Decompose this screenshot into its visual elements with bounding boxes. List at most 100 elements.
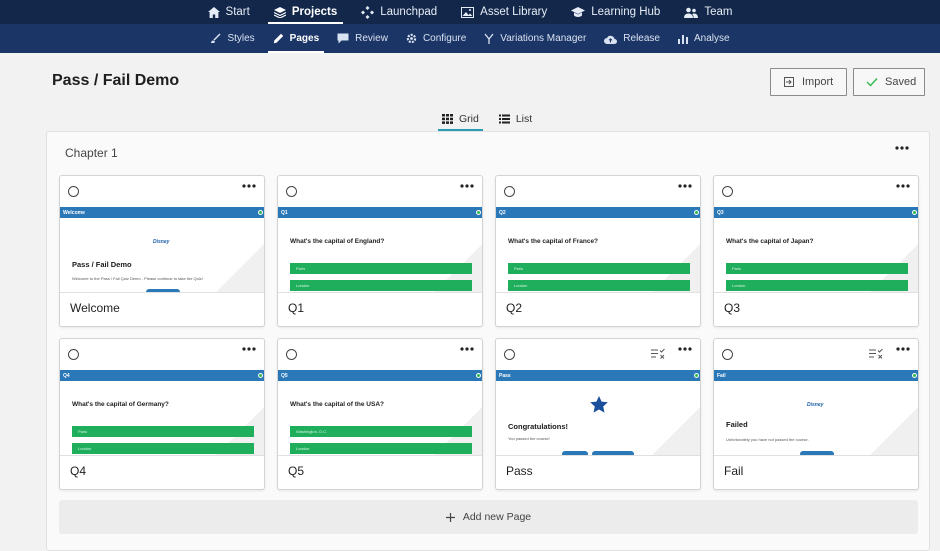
topnav-item-start[interactable]: Start <box>196 0 262 24</box>
view-toggle: Grid List <box>438 108 534 131</box>
page-card[interactable]: Welcome Disney Pass / Fail Demo Welcome to … <box>59 175 265 327</box>
status-dot <box>694 373 699 378</box>
more-options-icon[interactable] <box>678 184 692 188</box>
thumbnail-title: Congratulations! <box>508 422 568 431</box>
thumbnail-action-button <box>800 451 834 455</box>
topnav-item-label: Team <box>704 6 733 18</box>
thumbnail-title: Failed <box>726 420 748 429</box>
more-options-icon[interactable] <box>242 184 256 188</box>
select-radio[interactable] <box>286 349 297 360</box>
page-thumbnail[interactable]: Pass Congratulations! You passed the cours… <box>496 370 700 456</box>
subnav-item-styles[interactable]: Styles <box>201 24 263 53</box>
home-icon <box>207 6 220 18</box>
thumbnail-background <box>642 380 700 455</box>
pass-fail-rules-icon[interactable] <box>651 348 666 359</box>
page-card[interactable]: Q4 What's the capital of Germany? Paris Lon… <box>59 338 265 490</box>
page-card[interactable]: Q5 What's the capital of the USA? Washingt… <box>277 338 483 490</box>
subnav-item-variations-manager[interactable]: Variations Manager <box>475 24 595 53</box>
select-radio[interactable] <box>722 186 733 197</box>
import-button[interactable]: Import <box>770 68 847 96</box>
subnav-item-configure[interactable]: Configure <box>397 24 475 53</box>
graduation-cap-icon <box>571 6 586 18</box>
list-view-tab[interactable]: List <box>497 108 534 130</box>
page-card-title: Pass <box>506 464 533 478</box>
pass-fail-rules-icon[interactable] <box>869 348 884 359</box>
page-card-title: Q1 <box>288 301 305 315</box>
topnav-item-team[interactable]: Team <box>672 0 744 24</box>
status-dot <box>476 373 481 378</box>
select-radio[interactable] <box>68 186 79 197</box>
thumbnail-text: You passed the course! <box>508 436 550 441</box>
page-thumbnail[interactable]: Welcome Disney Pass / Fail Demo Welcome to … <box>60 207 264 293</box>
subnav-item-review[interactable]: Review <box>328 24 397 53</box>
more-options-icon[interactable] <box>460 347 474 351</box>
image-icon <box>461 6 475 18</box>
chapter-more-icon[interactable] <box>895 146 909 150</box>
page-card-title: Welcome <box>70 301 120 315</box>
thumbnail-header-label: Welcome <box>63 209 85 216</box>
more-options-icon[interactable] <box>460 184 474 188</box>
subnav-item-analyse[interactable]: Analyse <box>669 24 739 53</box>
subnav-item-pages[interactable]: Pages <box>264 24 328 53</box>
thumbnail-answer: London <box>290 280 472 291</box>
cloud-upload-icon <box>604 34 618 44</box>
topnav-item-learning-hub[interactable]: Learning Hub <box>559 0 672 24</box>
comment-icon <box>337 33 349 44</box>
chapter-panel: Chapter 1 Welcome Disney Pass / Fail Demo W… <box>46 131 930 551</box>
select-radio[interactable] <box>286 186 297 197</box>
page-thumbnail[interactable]: Q3 What's the capital of Japan? Paris Londo… <box>714 207 918 293</box>
page-thumbnail[interactable]: Fail Disney Failed Unfortunately you have n… <box>714 370 918 456</box>
topnav-item-asset-library[interactable]: Asset Library <box>449 0 559 24</box>
subnav-item-release[interactable]: Release <box>595 24 669 53</box>
page-thumbnail[interactable]: Q5 What's the capital of the USA? Washingt… <box>278 370 482 456</box>
brush-icon <box>210 33 221 44</box>
grid-view-label: Grid <box>459 113 479 125</box>
thumbnail-header-label: Q2 <box>499 209 506 216</box>
thumbnail-action-button <box>562 451 588 455</box>
thumbnail-question: What's the capital of France? <box>508 238 599 245</box>
more-options-icon[interactable] <box>896 347 910 351</box>
page-card[interactable]: Q3 What's the capital of Japan? Paris Londo… <box>713 175 919 327</box>
page-thumbnail[interactable]: Q4 What's the capital of Germany? Paris Lon… <box>60 370 264 456</box>
thumbnail-background <box>860 380 918 455</box>
gear-icon <box>406 33 417 44</box>
import-label: Import <box>802 76 834 88</box>
status-dot <box>476 210 481 215</box>
page-card[interactable]: Q1 What's the capital of England? Paris Lon… <box>277 175 483 327</box>
saved-button[interactable]: Saved <box>853 68 925 96</box>
select-radio[interactable] <box>68 349 79 360</box>
page-card[interactable]: Q2 What's the capital of France? Paris Lond… <box>495 175 701 327</box>
add-new-page-button[interactable]: Add new Page <box>59 500 918 534</box>
thumbnail-background <box>206 217 264 292</box>
page-card[interactable]: Fail Disney Failed Unfortunately you have n… <box>713 338 919 490</box>
select-radio[interactable] <box>722 349 733 360</box>
thumbnail-answer: London <box>726 280 908 291</box>
grid-view-tab[interactable]: Grid <box>438 108 483 131</box>
more-options-icon[interactable] <box>896 184 910 188</box>
import-icon <box>783 76 795 88</box>
thumbnail-header-label: Q1 <box>281 209 288 216</box>
launchpad-icon <box>361 5 375 19</box>
page-thumbnail[interactable]: Q2 What's the capital of France? Paris Lond… <box>496 207 700 293</box>
subnav-item-label: Variations Manager <box>500 33 587 44</box>
select-radio[interactable] <box>504 349 515 360</box>
page-card[interactable]: Pass Congratulations! You passed the cours… <box>495 338 701 490</box>
topnav-item-projects[interactable]: Projects <box>262 0 349 24</box>
page-card-title: Q3 <box>724 301 741 315</box>
more-options-icon[interactable] <box>242 347 256 351</box>
add-new-page-label: Add new Page <box>462 511 532 523</box>
thumbnail-question: What's the capital of Japan? <box>726 238 814 245</box>
page-thumbnail[interactable]: Q1 What's the capital of England? Paris Lon… <box>278 207 482 293</box>
saved-label: Saved <box>885 76 917 88</box>
team-icon <box>684 7 699 18</box>
list-view-label: List <box>515 113 533 125</box>
topnav-item-launchpad[interactable]: Launchpad <box>349 0 449 24</box>
more-options-icon[interactable] <box>678 347 692 351</box>
pencil-icon <box>273 33 284 44</box>
subnav-item-label: Configure <box>422 33 467 44</box>
bar-chart-icon <box>677 34 688 44</box>
thumbnail-text: Welcome to the Pass / Fail Quiz Demo - P… <box>72 276 203 281</box>
subnav-item-label: Analyse <box>693 33 730 44</box>
select-radio[interactable] <box>504 186 515 197</box>
subnav-item-label: Release <box>623 33 660 44</box>
